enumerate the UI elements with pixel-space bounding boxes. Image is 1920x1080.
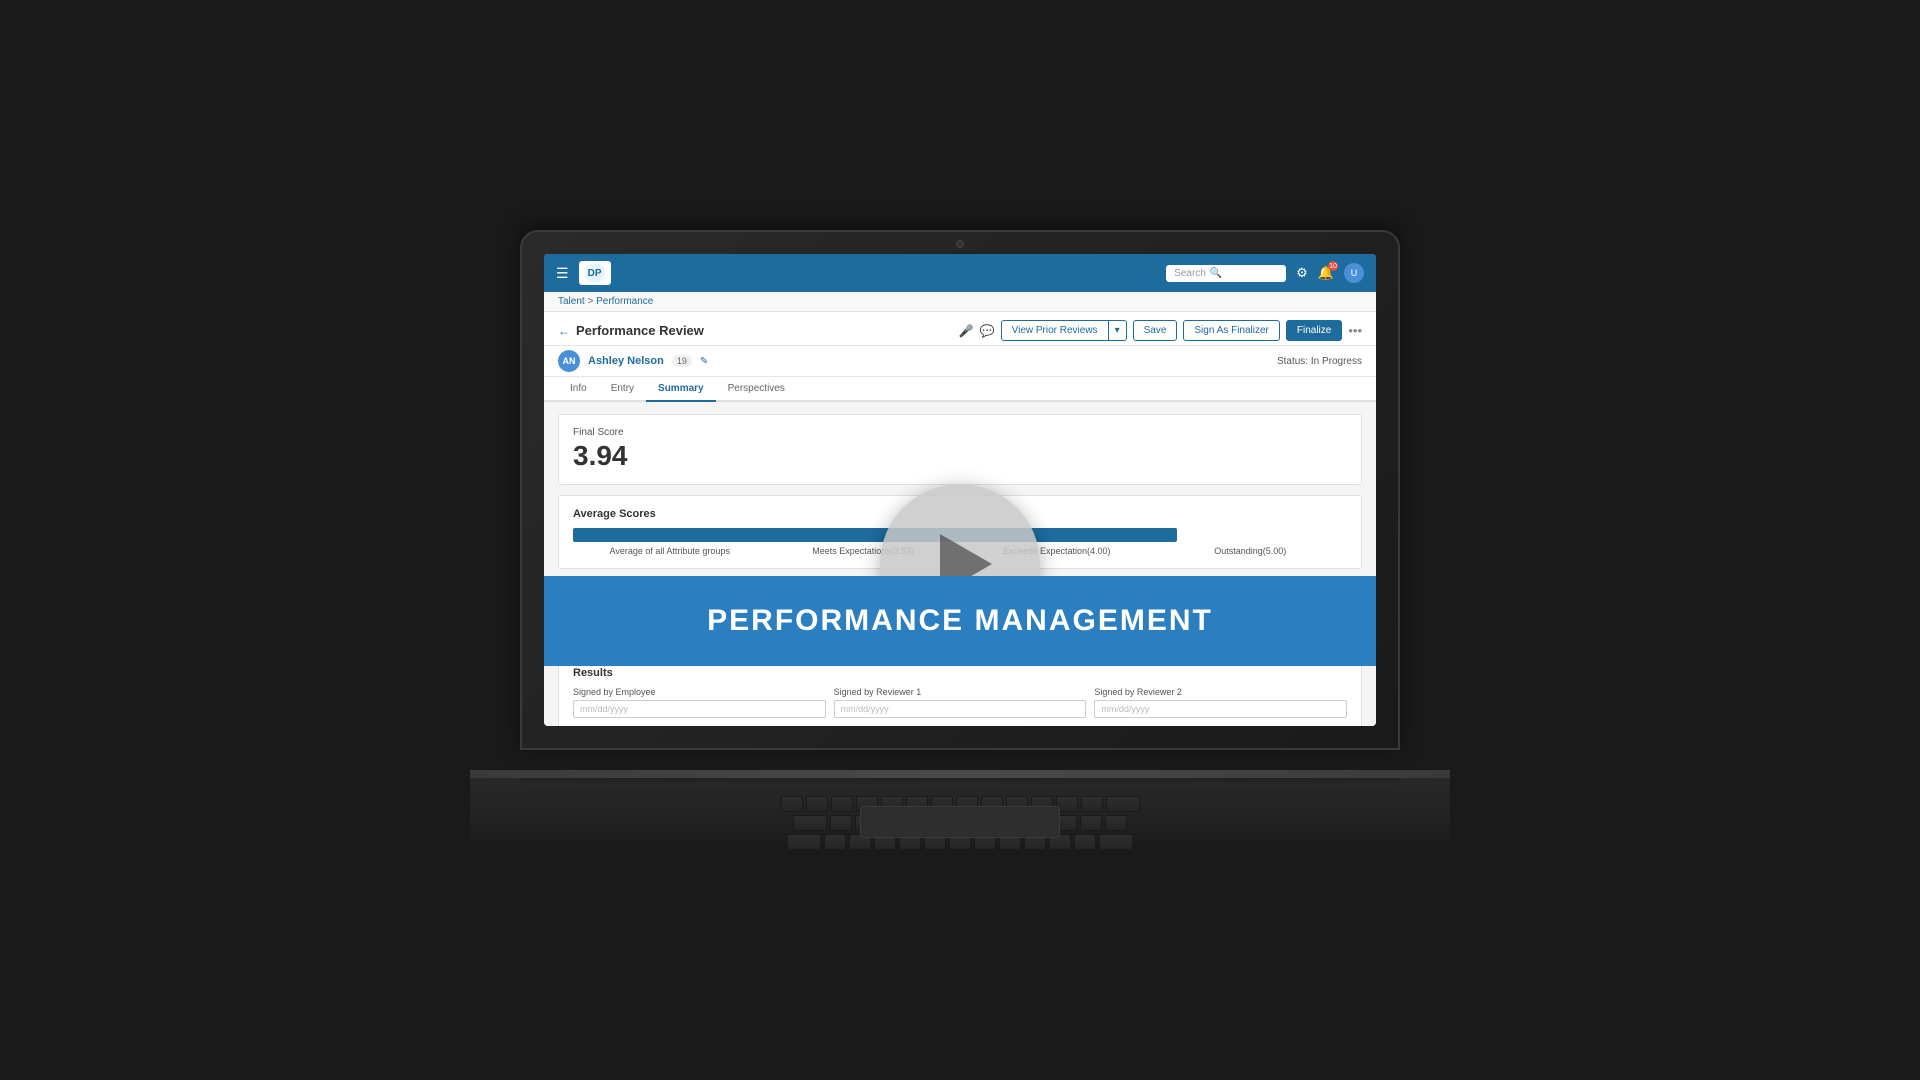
screen: ☰ DP Search 🔍 ⚙ 🔔 10 bbox=[544, 254, 1376, 726]
employee-row: AN Ashley Nelson 19 ✎ Status: In Progres… bbox=[544, 346, 1376, 377]
employee-name[interactable]: Ashley Nelson bbox=[588, 355, 664, 367]
laptop-lid: ☰ DP Search 🔍 ⚙ 🔔 10 bbox=[520, 230, 1400, 750]
view-prior-reviews-button[interactable]: View Prior Reviews bbox=[1001, 320, 1109, 341]
chat-icon[interactable]: 💬 bbox=[980, 324, 995, 338]
tabs: Info Entry Summary Perspectives bbox=[544, 377, 1376, 402]
notification-badge[interactable]: 🔔 10 bbox=[1318, 265, 1334, 281]
key bbox=[830, 815, 852, 831]
employee-edit-icon[interactable]: ✎ bbox=[700, 356, 708, 367]
laptop-base bbox=[470, 770, 1450, 850]
key-tab bbox=[793, 815, 827, 831]
key bbox=[831, 796, 853, 812]
header-actions: 🎤 💬 View Prior Reviews ▾ Save Sign As Fi… bbox=[959, 320, 1362, 341]
finalize-button[interactable]: Finalize bbox=[1286, 320, 1342, 341]
top-nav: ☰ DP Search 🔍 ⚙ 🔔 10 bbox=[544, 254, 1376, 292]
nav-icons: ⚙ 🔔 10 U bbox=[1296, 263, 1364, 283]
tab-summary[interactable]: Summary bbox=[646, 377, 716, 402]
tab-entry[interactable]: Entry bbox=[599, 377, 646, 402]
page-header: ← Performance Review 🎤 💬 View Prior Revi… bbox=[544, 312, 1376, 346]
save-button[interactable]: Save bbox=[1133, 320, 1178, 341]
key bbox=[806, 796, 828, 812]
back-arrow-icon[interactable]: ← bbox=[558, 324, 570, 338]
search-placeholder: Search bbox=[1174, 268, 1206, 279]
page-title: Performance Review bbox=[576, 323, 704, 338]
notification-count: 10 bbox=[1328, 261, 1338, 271]
search-box[interactable]: Search 🔍 bbox=[1166, 265, 1286, 282]
content-area: Final Score 3.94 Average Scores Average … bbox=[544, 402, 1376, 726]
video-overlay[interactable] bbox=[544, 402, 1376, 726]
laptop: ☰ DP Search 🔍 ⚙ 🔔 10 bbox=[470, 230, 1450, 850]
breadcrumb-separator-text: > bbox=[587, 296, 593, 307]
key bbox=[1081, 796, 1103, 812]
key bbox=[1105, 815, 1127, 831]
logo-box[interactable]: DP bbox=[579, 261, 611, 285]
search-icon: 🔍 bbox=[1210, 268, 1222, 279]
trackpad[interactable] bbox=[860, 806, 1060, 838]
mic-icon[interactable]: 🎤 bbox=[959, 324, 974, 338]
key-backspace bbox=[1106, 796, 1140, 812]
sign-as-finalizer-button[interactable]: Sign As Finalizer bbox=[1183, 320, 1279, 341]
logo-icon: DP bbox=[585, 263, 605, 283]
settings-icon[interactable]: ⚙ bbox=[1296, 265, 1308, 281]
status-label: Status: bbox=[1277, 356, 1308, 367]
performance-banner: PERFORMANCE MANAGEMENT bbox=[544, 576, 1376, 666]
page-title-row: ← Performance Review 🎤 💬 View Prior Revi… bbox=[558, 320, 1362, 341]
breadcrumb-performance[interactable]: Performance bbox=[596, 296, 653, 307]
employee-badge: 19 bbox=[672, 355, 692, 367]
tab-info[interactable]: Info bbox=[558, 377, 599, 402]
laptop-hinge bbox=[470, 770, 1450, 778]
hamburger-icon[interactable]: ☰ bbox=[556, 265, 569, 282]
avatar[interactable]: U bbox=[1344, 263, 1364, 283]
key-caps bbox=[787, 834, 821, 850]
breadcrumb-talent[interactable]: Talent bbox=[558, 296, 585, 307]
tab-perspectives[interactable]: Perspectives bbox=[716, 377, 797, 402]
key bbox=[781, 796, 803, 812]
key bbox=[1080, 815, 1102, 831]
key-enter bbox=[1099, 834, 1133, 850]
view-prior-reviews-arrow[interactable]: ▾ bbox=[1109, 320, 1127, 341]
status-badge: Status: In Progress bbox=[1277, 356, 1362, 367]
view-prior-btn-group: View Prior Reviews ▾ bbox=[1001, 320, 1127, 341]
key bbox=[1074, 834, 1096, 850]
employee-avatar: AN bbox=[558, 350, 580, 372]
breadcrumb: Talent > Performance bbox=[544, 292, 1376, 312]
status-value: In Progress bbox=[1311, 356, 1362, 367]
key bbox=[824, 834, 846, 850]
more-icon[interactable]: ••• bbox=[1348, 323, 1362, 338]
app: ☰ DP Search 🔍 ⚙ 🔔 10 bbox=[544, 254, 1376, 726]
camera-dot bbox=[956, 240, 964, 248]
